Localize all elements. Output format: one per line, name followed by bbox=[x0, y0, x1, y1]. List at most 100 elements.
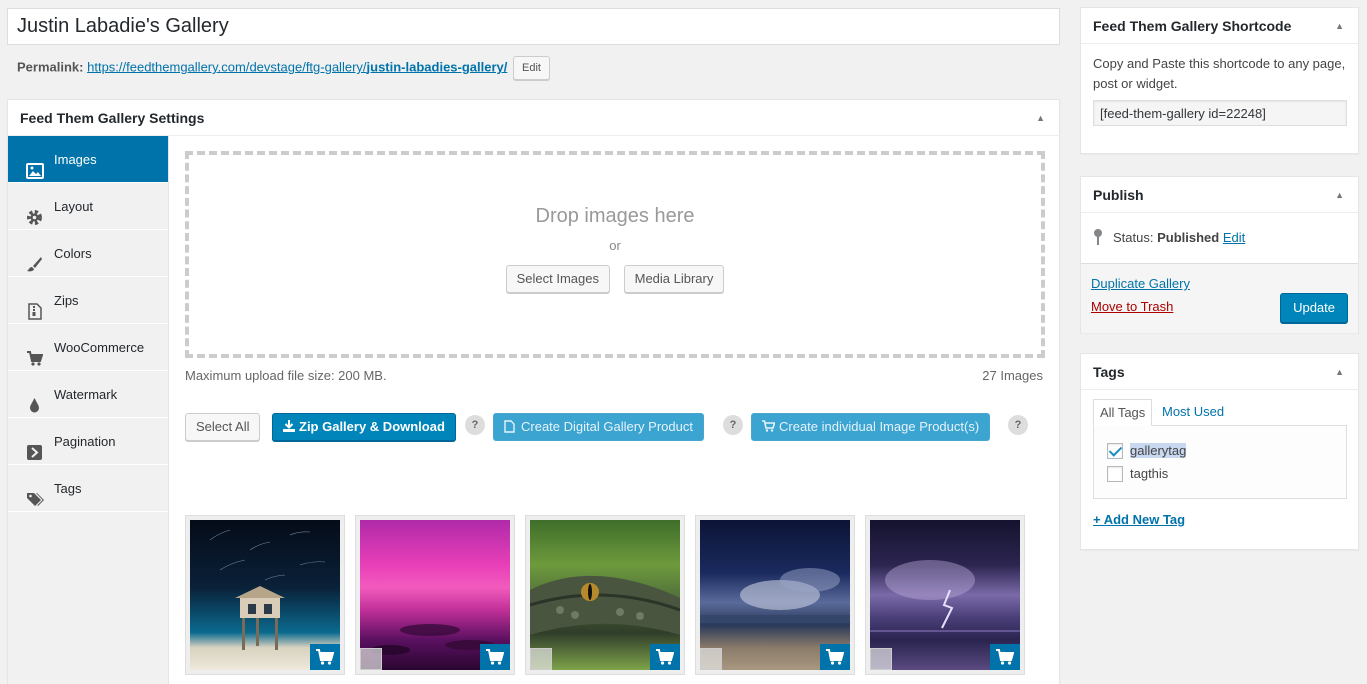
update-button[interactable]: Update bbox=[1280, 293, 1348, 323]
zip-help-icon[interactable]: ? bbox=[465, 415, 485, 435]
status-label: Status: bbox=[1113, 230, 1154, 245]
status-edit-link[interactable]: Edit bbox=[1223, 230, 1245, 245]
dropzone-or: or bbox=[609, 238, 621, 253]
tab-watermark[interactable]: Watermark bbox=[8, 371, 168, 418]
tag-checkbox-checked[interactable] bbox=[1107, 443, 1123, 459]
create-individual-label: Create individual Image Product(s) bbox=[779, 419, 980, 434]
gear-icon bbox=[26, 198, 43, 225]
droplet-icon bbox=[26, 386, 43, 413]
paintbrush-icon bbox=[26, 245, 43, 272]
thumbnail-checkbox[interactable] bbox=[870, 648, 892, 670]
permalink-base: https://feedthemgallery.com/devstage/ftg… bbox=[87, 59, 367, 75]
select-all-button[interactable]: Select All bbox=[185, 413, 261, 441]
tab-label: Tags bbox=[54, 481, 82, 496]
thumbnail-checkbox[interactable] bbox=[700, 648, 722, 670]
collapse-arrow-icon[interactable]: ▲ bbox=[1335, 8, 1344, 44]
add-to-cart-icon[interactable] bbox=[310, 644, 340, 670]
image-dropzone[interactable]: Drop images here or Select Images Media … bbox=[185, 151, 1045, 358]
tag-item-gallerytag[interactable]: gallerytag bbox=[1107, 443, 1187, 461]
add-to-cart-icon[interactable] bbox=[820, 644, 850, 670]
tab-colors[interactable]: Colors bbox=[8, 230, 168, 277]
shortcode-field[interactable] bbox=[1093, 100, 1347, 126]
settings-box-title: Feed Them Gallery Settings bbox=[20, 110, 205, 126]
add-to-cart-icon[interactable] bbox=[990, 644, 1020, 670]
permalink-edit-button[interactable]: Edit bbox=[513, 56, 550, 80]
add-to-cart-icon[interactable] bbox=[650, 644, 680, 670]
gallery-settings-box: Feed Them Gallery Settings ▲ Images Layo… bbox=[7, 99, 1060, 684]
image-icon bbox=[26, 151, 44, 179]
settings-tabs: Images Layout Colors Zips WooCommerce Wa… bbox=[8, 136, 169, 684]
duplicate-gallery-link[interactable]: Duplicate Gallery bbox=[1091, 276, 1190, 291]
tab-label: Watermark bbox=[54, 387, 118, 402]
tag-label: tagthis bbox=[1130, 466, 1169, 481]
tags-box-header[interactable]: Tags ▲ bbox=[1081, 354, 1358, 390]
tab-tags[interactable]: Tags bbox=[8, 465, 168, 512]
status-value: Published bbox=[1157, 230, 1220, 245]
publish-title: Publish bbox=[1093, 187, 1144, 203]
tag-checklist: gallerytag tagthis bbox=[1093, 425, 1347, 499]
create-individual-product-button[interactable]: Create individual Image Product(s) bbox=[751, 413, 991, 441]
zip-download-button[interactable]: Zip Gallery & Download bbox=[272, 413, 456, 441]
media-library-button[interactable]: Media Library bbox=[623, 265, 725, 293]
cart-icon bbox=[26, 339, 44, 366]
max-upload-size: Maximum upload file size: 200 MB. bbox=[185, 368, 387, 383]
permalink-label: Permalink: bbox=[17, 59, 84, 75]
gallery-thumbnail[interactable] bbox=[865, 515, 1025, 675]
tab-label: Images bbox=[54, 152, 97, 167]
digital-help-icon[interactable]: ? bbox=[723, 415, 743, 435]
image-count: 27 Images bbox=[982, 368, 1043, 383]
create-digital-product-button[interactable]: Create Digital Gallery Product bbox=[493, 413, 704, 441]
collapse-arrow-icon[interactable]: ▲ bbox=[1036, 100, 1045, 136]
tab-label: Colors bbox=[54, 246, 92, 261]
collapse-arrow-icon[interactable]: ▲ bbox=[1335, 354, 1344, 390]
tab-images[interactable]: Images bbox=[8, 136, 168, 183]
tag-label: gallerytag bbox=[1130, 443, 1187, 458]
dropzone-title: Drop images here bbox=[535, 205, 695, 227]
tab-layout[interactable]: Layout bbox=[8, 183, 168, 230]
add-to-cart-icon[interactable] bbox=[480, 644, 510, 670]
thumbnail-checkbox[interactable] bbox=[530, 648, 552, 670]
cart-icon bbox=[762, 420, 776, 432]
tag-item-tagthis[interactable]: tagthis bbox=[1107, 466, 1168, 484]
tab-label: WooCommerce bbox=[54, 340, 145, 355]
thumbnail-checkbox[interactable] bbox=[360, 648, 382, 670]
tags-icon bbox=[26, 480, 44, 506]
tab-most-used[interactable]: Most Used bbox=[1156, 399, 1230, 426]
shortcode-box-header[interactable]: Feed Them Gallery Shortcode ▲ bbox=[1081, 8, 1358, 44]
tab-label: Zips bbox=[54, 293, 79, 308]
gallery-thumbnail[interactable] bbox=[695, 515, 855, 675]
shortcode-box: Feed Them Gallery Shortcode ▲ Copy and P… bbox=[1080, 7, 1359, 154]
tab-zips[interactable]: Zips bbox=[8, 277, 168, 324]
post-title-input[interactable] bbox=[7, 8, 1060, 45]
tags-box: Tags ▲ All Tags Most Used gallerytag tag… bbox=[1080, 353, 1359, 550]
move-to-trash-link[interactable]: Move to Trash bbox=[1091, 299, 1173, 314]
gallery-thumbnail[interactable] bbox=[185, 515, 345, 675]
add-new-tag-link[interactable]: + Add New Tag bbox=[1093, 512, 1185, 527]
create-digital-label: Create Digital Gallery Product bbox=[521, 419, 693, 434]
arrow-right-icon bbox=[26, 433, 43, 460]
individual-help-icon[interactable]: ? bbox=[1008, 415, 1028, 435]
gallery-thumbnail[interactable] bbox=[355, 515, 515, 675]
permalink-link[interactable]: https://feedthemgallery.com/devstage/ftg… bbox=[87, 59, 507, 74]
publish-actions: Duplicate Gallery Move to Trash Update bbox=[1081, 263, 1358, 333]
shortcode-description: Copy and Paste this shortcode to any pag… bbox=[1093, 56, 1346, 91]
publish-box-header[interactable]: Publish ▲ bbox=[1081, 177, 1358, 213]
zip-download-label: Zip Gallery & Download bbox=[299, 419, 445, 434]
gallery-thumbnail[interactable] bbox=[525, 515, 685, 675]
shortcode-title: Feed Them Gallery Shortcode bbox=[1093, 18, 1292, 34]
tab-woocommerce[interactable]: WooCommerce bbox=[8, 324, 168, 371]
permalink-row: Permalink: https://feedthemgallery.com/d… bbox=[17, 56, 550, 80]
tab-label: Pagination bbox=[54, 434, 116, 449]
publish-box: Publish ▲ Status: Published Edit Duplica… bbox=[1080, 176, 1359, 333]
tag-checkbox[interactable] bbox=[1107, 466, 1123, 482]
tags-title: Tags bbox=[1093, 364, 1125, 380]
gallery-actions: Select All Zip Gallery & Download ? Crea… bbox=[185, 413, 1045, 443]
permalink-slug: justin-labadies-gallery/ bbox=[366, 59, 508, 75]
tab-pagination[interactable]: Pagination bbox=[8, 418, 168, 465]
publish-status: Status: Published Edit bbox=[1081, 213, 1358, 263]
select-images-button[interactable]: Select Images bbox=[505, 265, 610, 293]
settings-box-header[interactable]: Feed Them Gallery Settings ▲ bbox=[8, 100, 1059, 136]
tab-all-tags[interactable]: All Tags bbox=[1093, 399, 1153, 426]
collapse-arrow-icon[interactable]: ▲ bbox=[1335, 177, 1344, 213]
download-icon bbox=[283, 420, 295, 432]
